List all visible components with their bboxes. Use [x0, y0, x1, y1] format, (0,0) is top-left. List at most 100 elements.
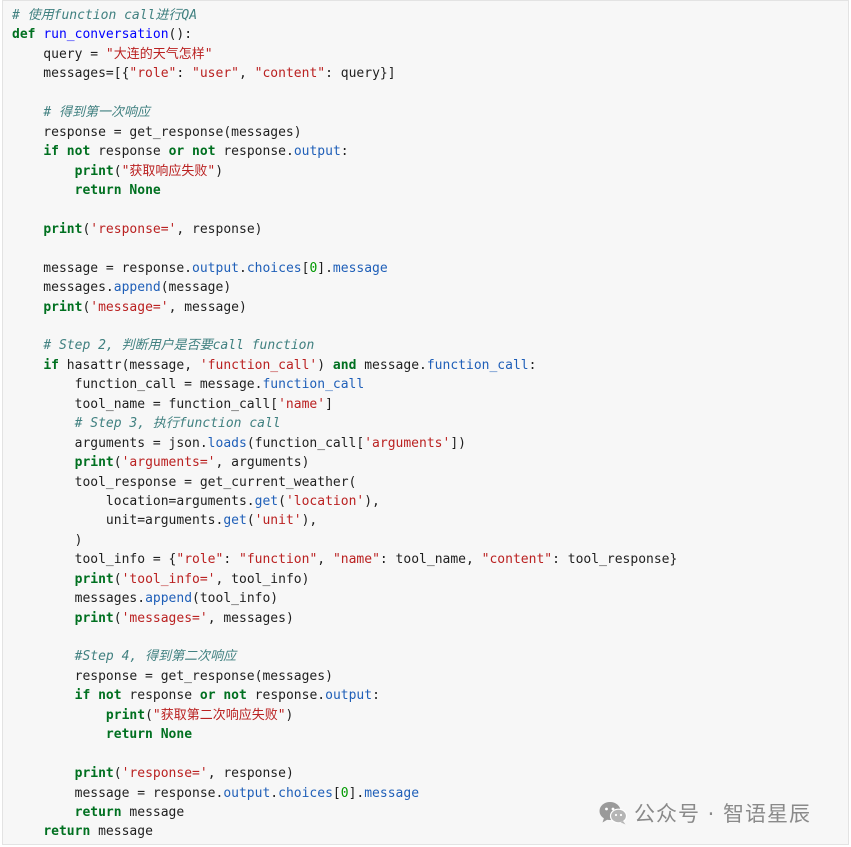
code-token: or not: [199, 688, 247, 704]
code-token: 'response=': [121, 766, 208, 782]
code-line: print('tool_info=', tool_info): [12, 570, 677, 589]
code-token: 'message=': [90, 299, 169, 315]
code-token: :: [176, 66, 193, 82]
code-line: message = response.output.choices[0].mes…: [12, 784, 677, 803]
code-token: if not: [43, 144, 91, 160]
code-token: "大连的天气怎样": [105, 46, 213, 62]
code-token: 0: [340, 785, 349, 801]
code-token: print: [74, 610, 114, 626]
code-token: # 使用function call进行QA: [12, 8, 198, 23]
code-token: return: [74, 804, 122, 820]
code-token: message = response.: [12, 260, 193, 276]
code-token: # Step 3, 执行function call: [74, 416, 281, 432]
code-token: output: [223, 785, 271, 801]
code-token: :: [223, 552, 239, 568]
code-token: 'arguments=': [121, 455, 216, 471]
code-line: function_call = message.function_call: [12, 375, 677, 394]
code-token: response = get_response(messages): [12, 124, 302, 140]
code-token: function_call = message.: [12, 377, 263, 393]
code-token: (: [145, 707, 153, 723]
code-token: : query}]: [325, 66, 396, 82]
code-token: (tool_info): [192, 591, 279, 607]
code-token: ]): [450, 435, 466, 451]
watermark: 公众号 · 智语星辰: [598, 798, 811, 828]
code-token: unit=arguments.: [12, 513, 224, 529]
code-token: (: [113, 610, 122, 626]
code-token: "content": [481, 552, 553, 568]
code-token: : tool_response}: [552, 552, 678, 568]
code-token: (: [113, 766, 122, 782]
code-token: (message): [160, 280, 232, 296]
code-token: (: [278, 493, 286, 509]
watermark-text: 公众号 · 智语星辰: [634, 802, 812, 826]
code-token: ): [12, 532, 83, 548]
code-line: print('response=', response): [12, 220, 677, 239]
code-token: query =: [12, 46, 106, 62]
code-token: "user": [192, 66, 239, 82]
code-token: , message): [168, 299, 247, 315]
code-token: tool_info = {: [12, 552, 177, 568]
code-token: and: [332, 357, 357, 373]
code-token: messages=[{: [12, 66, 130, 82]
code-token: 'name': [278, 396, 326, 412]
code-token: ].: [348, 785, 365, 801]
code-line: if not response or not response.output:: [12, 142, 677, 161]
code-token: ): [285, 707, 294, 723]
code-token: location=arguments.: [12, 493, 255, 509]
code-token: print: [74, 163, 114, 179]
code-token: ),: [301, 513, 318, 529]
code-line: location=arguments.get('location'),: [12, 492, 677, 511]
code-token: loads: [207, 435, 247, 451]
code-token: hasattr(message,: [58, 357, 200, 373]
code-token: "content": [254, 66, 326, 82]
code-token: , response): [176, 221, 263, 237]
code-line: tool_response = get_current_weather(: [12, 473, 677, 492]
code-token: choices: [278, 785, 333, 801]
code-token: .: [238, 260, 247, 276]
code-line: print("获取响应失败"): [12, 162, 677, 181]
code-line: message = response.output.choices[0].mes…: [12, 259, 677, 278]
code-token: , tool_info): [215, 571, 310, 587]
code-token: message: [121, 804, 185, 820]
code-line: # 得到第一次响应: [12, 103, 677, 122]
code-token: message: [90, 824, 153, 840]
code-token: :: [372, 688, 380, 704]
code-token: ]: [325, 396, 333, 412]
code-token: print: [74, 455, 114, 471]
code-line: unit=arguments.get('unit'),: [12, 511, 677, 530]
code-token: (: [113, 163, 122, 179]
code-token: ): [215, 163, 224, 179]
code-token: "function": [239, 552, 318, 568]
code-line: print('messages=', messages): [12, 609, 677, 628]
code-token: :: [340, 144, 349, 160]
code-token: function_call: [262, 377, 365, 393]
code-token: messages.: [12, 591, 146, 607]
code-token: if: [43, 357, 59, 373]
code-line: if hasattr(message, 'function_call') and…: [12, 356, 677, 375]
code-token: response: [90, 144, 169, 160]
code-token: :: [528, 357, 537, 373]
code-token: "role": [129, 66, 177, 82]
code-token: # Step 2, 判断用户是否要call function: [43, 338, 315, 354]
code-token: ():: [168, 27, 193, 43]
code-token: response = get_response(messages): [12, 668, 333, 684]
code-token: messages.: [12, 280, 114, 296]
code-line: #Step 4, 得到第二次响应: [12, 647, 677, 666]
